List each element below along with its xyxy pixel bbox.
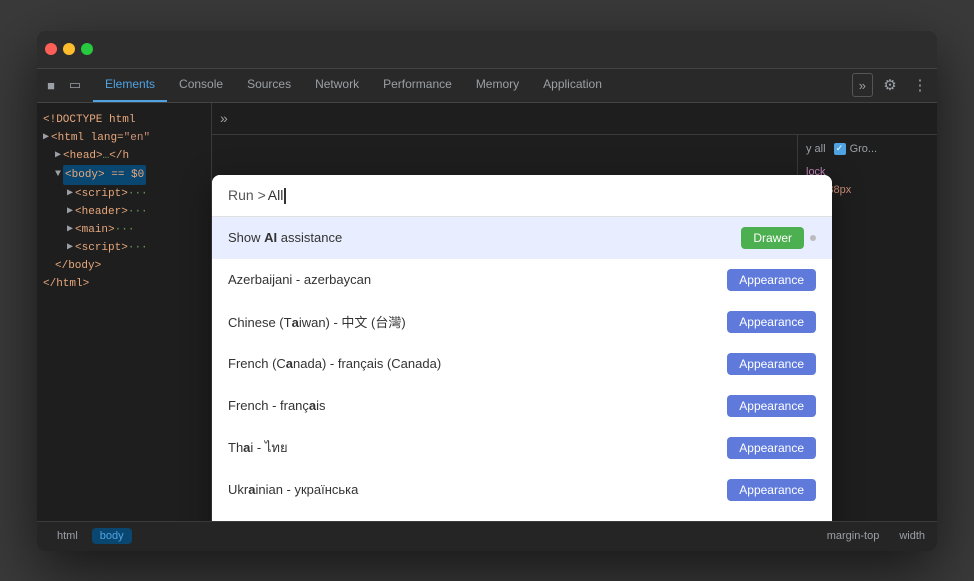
element-html-close: </html>	[41, 275, 207, 293]
bottom-tab-body[interactable]: body	[92, 528, 132, 544]
element-script2[interactable]: ▶ <script>···	[65, 239, 207, 257]
devtools-icons: ■ ▭	[41, 75, 85, 95]
expand-icon[interactable]: ▶	[43, 129, 49, 147]
command-input-text: All	[268, 187, 284, 203]
element-body-close: </body>	[53, 257, 207, 275]
cursor	[284, 188, 286, 204]
expand-icon[interactable]: ▶	[55, 147, 61, 165]
filter-group: ✓ Gro...	[834, 143, 878, 155]
maximize-button[interactable]	[81, 43, 93, 55]
group-checkbox[interactable]: ✓	[834, 143, 846, 155]
settings-icon[interactable]: ⚙	[877, 72, 903, 98]
style-width-label: width	[899, 530, 925, 542]
device-icon[interactable]: ▭	[65, 75, 85, 95]
command-input-display[interactable]: All	[268, 187, 286, 204]
element-doctype: <!DOCTYPE html	[41, 111, 207, 129]
tab-console[interactable]: Console	[167, 68, 235, 102]
appearance-button[interactable]: Appearance	[727, 437, 816, 459]
tab-sources[interactable]: Sources	[235, 68, 303, 102]
title-bar	[37, 31, 937, 69]
tab-application[interactable]: Application	[531, 68, 614, 102]
element-main[interactable]: ▶ <main>···	[65, 221, 207, 239]
command-list: Show AI assistance Drawer Azerbaijani - …	[212, 217, 832, 521]
style-margin-top-label: margin-top	[827, 530, 880, 542]
command-input-row[interactable]: Run > All	[212, 175, 832, 217]
tab-network[interactable]: Network	[303, 68, 371, 102]
command-prefix: Run >	[228, 187, 266, 203]
command-item-actions: Drawer	[741, 227, 816, 249]
traffic-lights	[45, 43, 93, 55]
command-item-chinese-taiwan[interactable]: Chinese (Taiwan) - 中文 (台灣) Appearance	[212, 301, 832, 343]
appearance-button[interactable]: Appearance	[727, 395, 816, 417]
bottom-tab-html[interactable]: html	[49, 528, 86, 544]
bottom-styles: margin-top width	[827, 530, 925, 542]
tab-performance[interactable]: Performance	[371, 68, 464, 102]
appearance-button[interactable]: Appearance	[727, 311, 816, 333]
scroll-indicator	[810, 235, 816, 241]
filter-all: y all	[806, 143, 826, 155]
element-head[interactable]: ▶ <head> … </h	[53, 147, 207, 165]
elements-panel: <!DOCTYPE html ▶ <html lang="en" ▶ <head…	[37, 103, 212, 521]
drawer-button[interactable]: Drawer	[741, 227, 804, 249]
command-palette: Run > All Show AI assistance Drawer Aze	[212, 175, 832, 521]
command-item-label: Show AI assistance	[228, 230, 741, 245]
element-body[interactable]: ▼ <body> == $0	[53, 165, 207, 185]
expand-icon[interactable]: ▶	[67, 203, 73, 221]
command-item-ukrainian[interactable]: Ukrainian - українська Appearance	[212, 469, 832, 511]
more-options-icon[interactable]: ⋮	[907, 72, 933, 98]
filter-row: y all ✓ Gro...	[806, 143, 929, 155]
appearance-button[interactable]: Appearance	[727, 269, 816, 291]
minimize-button[interactable]	[63, 43, 75, 55]
right-panel-top: »	[212, 103, 937, 135]
expand-icon[interactable]: ▶	[67, 239, 73, 257]
more-tabs-button[interactable]: »	[852, 73, 873, 97]
element-header[interactable]: ▶ <header>···	[65, 203, 207, 221]
command-item-french[interactable]: French - français Appearance	[212, 385, 832, 427]
command-item-label: French - français	[228, 398, 727, 413]
inspect-icon[interactable]: ■	[41, 75, 61, 95]
command-item-show-application[interactable]: Show Application Panel	[212, 511, 832, 521]
command-item-label: Thai - ไทย	[228, 437, 727, 458]
expand-icon[interactable]: ▼	[55, 166, 61, 184]
checkmark-icon: ✓	[836, 143, 844, 154]
tab-memory[interactable]: Memory	[464, 68, 531, 102]
tab-overflow: » ⚙ ⋮	[852, 72, 933, 98]
bottom-bar: html body margin-top width	[37, 521, 937, 551]
element-script1[interactable]: ▶ <script>···	[65, 185, 207, 203]
filter-all-label: y all	[806, 143, 826, 155]
expand-icon[interactable]: ▶	[67, 221, 73, 239]
appearance-button[interactable]: Appearance	[727, 353, 816, 375]
command-item-label: Azerbaijani - azerbaycan	[228, 272, 727, 287]
tab-elements[interactable]: Elements	[93, 68, 167, 102]
tabs-bar: ■ ▭ Elements Console Sources Network Per…	[37, 69, 937, 103]
command-item-ai-assistance[interactable]: Show AI assistance Drawer	[212, 217, 832, 259]
breadcrumb-arrow: »	[220, 110, 228, 126]
main-content: <!DOCTYPE html ▶ <html lang="en" ▶ <head…	[37, 103, 937, 521]
element-html[interactable]: ▶ <html lang="en"	[41, 129, 207, 147]
group-label: Gro...	[850, 143, 878, 155]
command-item-label: Chinese (Taiwan) - 中文 (台灣)	[228, 312, 727, 331]
command-item-label: Ukrainian - українська	[228, 482, 727, 497]
expand-icon[interactable]: ▶	[67, 185, 73, 203]
command-item-french-canada[interactable]: French (Canada) - français (Canada) Appe…	[212, 343, 832, 385]
close-button[interactable]	[45, 43, 57, 55]
command-item-thai[interactable]: Thai - ไทย Appearance	[212, 427, 832, 469]
appearance-button[interactable]: Appearance	[727, 479, 816, 501]
command-item-azerbaijani[interactable]: Azerbaijani - azerbaycan Appearance	[212, 259, 832, 301]
command-item-label: French (Canada) - français (Canada)	[228, 356, 727, 371]
